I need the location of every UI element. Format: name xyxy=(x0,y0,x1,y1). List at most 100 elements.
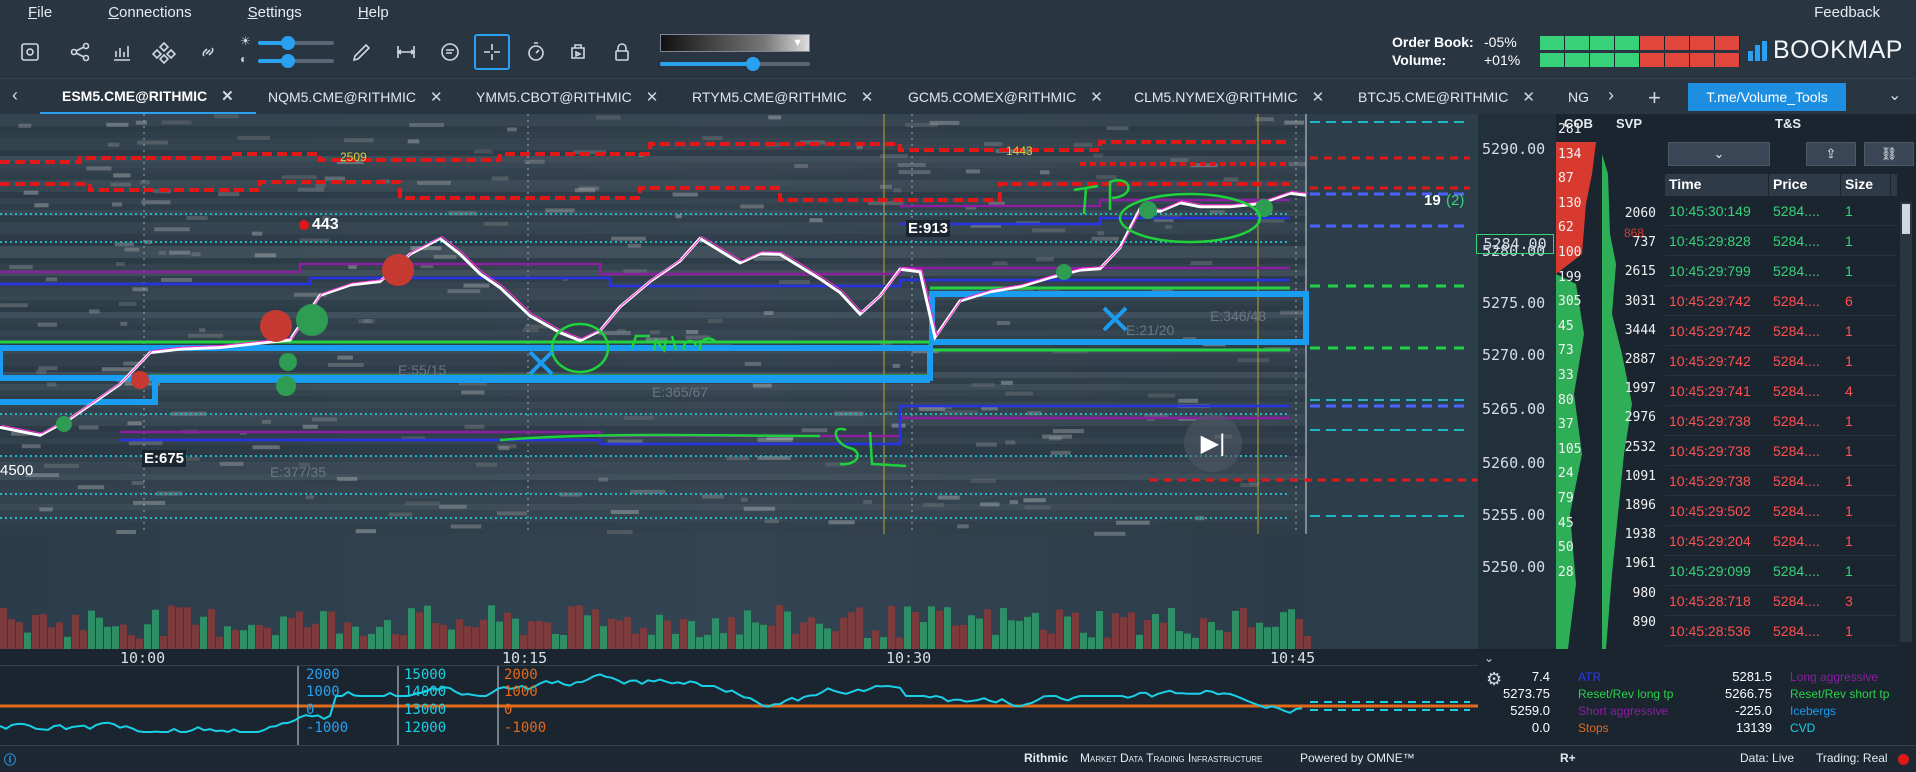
volume-tools-link[interactable]: T.me/Volume_Tools xyxy=(1688,83,1846,111)
ts-row[interactable]: 10:45:29:799 5284.... 1 xyxy=(1665,256,1897,286)
close-icon[interactable]: ✕ xyxy=(1090,88,1103,106)
link-icon[interactable] xyxy=(190,34,226,70)
feedback-link[interactable]: Feedback xyxy=(1814,4,1880,21)
ts-row[interactable]: 10:45:30:149 5284.... 1 xyxy=(1665,196,1897,226)
replay-icon[interactable] xyxy=(560,34,596,70)
chevron-down-icon[interactable]: ⌄ xyxy=(1888,85,1901,105)
cob-value: 80 xyxy=(1558,392,1574,408)
svp-value: 1961 xyxy=(1624,556,1656,572)
tab-nqm5[interactable]: NQM5.CME@RITHMIC ✕ xyxy=(268,79,443,115)
chevron-down-icon[interactable]: ⌄ xyxy=(1484,651,1494,665)
stopwatch-icon[interactable] xyxy=(518,34,554,70)
tab-label: CLM5.NYMEX@RITHMIC xyxy=(1134,89,1298,105)
link-icon[interactable]: ⛓ xyxy=(1864,142,1914,166)
liquidity-heatmap xyxy=(0,114,1478,536)
indicator-lines xyxy=(0,666,1478,746)
ts-row[interactable]: 10:45:29:742 5284.... 1 xyxy=(1665,316,1897,346)
ts-col-time[interactable]: Time xyxy=(1665,174,1769,196)
small-label-1: 2509 xyxy=(340,150,367,164)
close-icon[interactable]: ✕ xyxy=(221,87,234,105)
ts-cell-size: 6 xyxy=(1845,292,1853,309)
pencil-icon[interactable] xyxy=(344,34,380,70)
ts-scrollbar[interactable] xyxy=(1900,202,1912,642)
tab-esm5[interactable]: ESM5.CME@RITHMIC ✕ xyxy=(40,79,256,115)
ts-cell-size: 1 xyxy=(1845,322,1853,339)
ts-row[interactable]: 10:45:29:502 5284.... 1 xyxy=(1665,496,1897,526)
ts-col-size[interactable]: Size xyxy=(1841,174,1891,196)
tabs-left-icon[interactable]: ‹ xyxy=(12,85,18,106)
menu-connections[interactable]: Connections xyxy=(80,0,219,26)
close-icon[interactable]: ✕ xyxy=(646,88,659,106)
scale-b: 15000 xyxy=(404,667,447,683)
ts-row[interactable]: 10:45:29:204 5284.... 1 xyxy=(1665,526,1897,556)
cob-value: 100 xyxy=(1558,245,1582,260)
imbalance-segment xyxy=(1565,36,1590,50)
ts-col-price[interactable]: Price xyxy=(1769,174,1841,196)
ts-row[interactable]: 10:45:29:742 5284.... 1 xyxy=(1665,346,1897,376)
faded-label: E:365/67 xyxy=(652,384,709,400)
ts-row[interactable]: 10:45:29:738 5284.... 1 xyxy=(1665,436,1897,466)
ts-row[interactable]: 10:45:29:741 5284.... 4 xyxy=(1665,376,1897,406)
scale-b: 12000 xyxy=(404,720,447,736)
close-icon[interactable]: ✕ xyxy=(1312,88,1325,106)
ts-row[interactable]: 10:45:28:536 5284.... 1 xyxy=(1665,616,1897,646)
add-tab-icon[interactable]: + xyxy=(1648,85,1661,111)
export-icon[interactable]: ⇪ xyxy=(1806,142,1856,166)
ts-cell-size: 1 xyxy=(1845,412,1853,429)
ts-cell-price: 5284.... xyxy=(1773,202,1820,219)
close-icon[interactable]: ✕ xyxy=(1522,88,1535,106)
close-icon[interactable]: ✕ xyxy=(430,88,443,106)
legend-label: Long aggressive xyxy=(1790,670,1879,684)
play-icon[interactable]: ▶| xyxy=(1184,414,1242,472)
tab-ymm5[interactable]: YMM5.CBOT@RITHMIC ✕ xyxy=(476,79,658,115)
tab-clm5[interactable]: CLM5.NYMEX@RITHMIC ✕ xyxy=(1134,79,1324,115)
close-icon[interactable]: ✕ xyxy=(861,88,874,106)
ts-row[interactable]: 10:45:29:738 5284.... 1 xyxy=(1665,466,1897,496)
ts-row[interactable]: 10:45:29:099 5284.... 1 xyxy=(1665,556,1897,586)
heatmap-chart[interactable]: 443 E:675 E:913 19 (2) 4500 2509 1443 E:… xyxy=(0,114,1478,649)
bookmap-logo: BOOKMAP xyxy=(1748,36,1903,65)
ts-cell-time: 10:45:29:099 xyxy=(1669,562,1751,579)
cob-value: 28 xyxy=(1558,564,1574,580)
svp-value: 2887 xyxy=(1624,352,1656,367)
ts-cell-size: 1 xyxy=(1845,352,1853,369)
ruler-icon[interactable] xyxy=(388,34,424,70)
contrast-slider[interactable] xyxy=(258,54,334,68)
menu-settings[interactable]: Settings xyxy=(220,0,330,26)
ts-cell-price: 5284.... xyxy=(1773,532,1820,549)
tab-rtym5[interactable]: RTYM5.CME@RITHMIC ✕ xyxy=(692,79,873,115)
ts-row[interactable]: 10:45:28:718 5284.... 3 xyxy=(1665,586,1897,616)
share-icon[interactable] xyxy=(62,34,98,70)
svp-value: 2532 xyxy=(1624,439,1656,455)
chat-icon[interactable] xyxy=(432,34,468,70)
ts-row[interactable]: 10:45:29:738 5284.... 1 xyxy=(1665,406,1897,436)
scale-b: 14000 xyxy=(404,684,447,700)
cob-value: 105 xyxy=(1558,441,1582,457)
indicators-icon[interactable] xyxy=(104,34,140,70)
screenshot-icon[interactable] xyxy=(12,34,48,70)
heatmap-gradient-select[interactable]: ▼ xyxy=(660,34,810,52)
info-icon[interactable]: ⓘ xyxy=(4,751,16,768)
logo-icon xyxy=(1748,40,1767,61)
imbalance-segment xyxy=(1690,53,1715,67)
ts-row[interactable]: 10:45:29:828 5284.... 1 xyxy=(1665,226,1897,256)
brightness-slider[interactable] xyxy=(258,36,334,50)
ts-row[interactable]: 10:45:29:742 5284.... 6 xyxy=(1665,286,1897,316)
widgets-icon[interactable] xyxy=(146,34,182,70)
lock-icon[interactable] xyxy=(604,34,640,70)
tabs-right-icon[interactable]: › xyxy=(1608,85,1614,106)
crosshair-icon[interactable] xyxy=(474,34,510,70)
indicator-subchart[interactable]: 2000 1000 0 -1000 15000 14000 13000 1200… xyxy=(0,665,1478,746)
scroll-thumb[interactable] xyxy=(1902,204,1910,234)
cob-value: 24 xyxy=(1558,466,1574,482)
tab-ng[interactable]: NG xyxy=(1568,79,1589,115)
chevron-down-icon[interactable]: ⌄ xyxy=(1668,142,1770,166)
svp-value: 2615 xyxy=(1624,264,1656,280)
menu-help[interactable]: Help xyxy=(330,0,417,26)
tab-btcj5[interactable]: BTCJ5.CME@RITHMIC ✕ xyxy=(1358,79,1535,115)
tab-gcm5[interactable]: GCM5.COMEX@RITHMIC ✕ xyxy=(908,79,1103,115)
heatmap-gradient-slider[interactable] xyxy=(660,57,810,71)
price-tick: 5260.00 xyxy=(1482,454,1546,472)
legend-value: -225.0 xyxy=(1735,703,1772,718)
menu-file[interactable]: File xyxy=(0,0,80,26)
